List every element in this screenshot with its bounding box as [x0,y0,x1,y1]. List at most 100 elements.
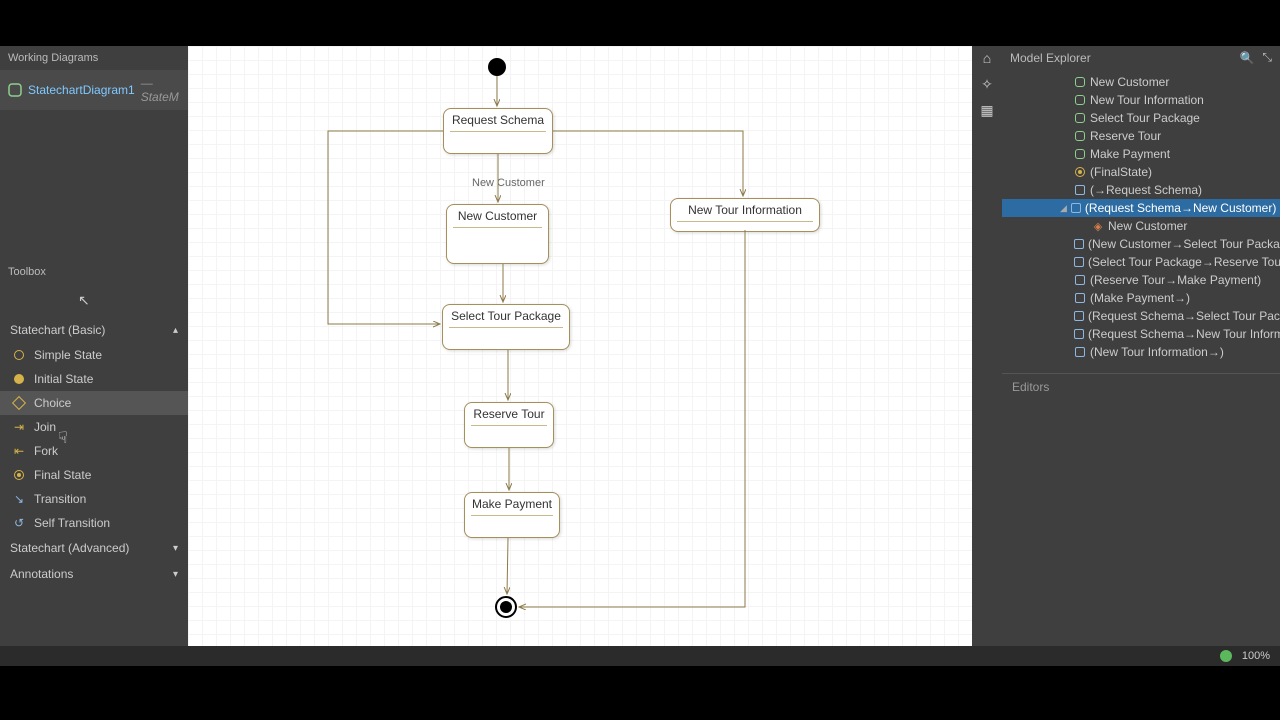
tree-row[interactable]: (Reserve Tour→Make Payment) [1002,271,1280,289]
tree-row[interactable]: ◢(Request Schema→New Customer) [1002,199,1280,217]
tree-label: (Request Schema→New Tour Information) [1088,327,1280,341]
choice-icon [12,396,26,410]
join-icon: ⇥ [12,420,26,434]
tree-row[interactable]: (Request Schema→Select Tour Package) [1002,307,1280,325]
state-label: Request Schema [450,113,546,127]
tree-label: (Reserve Tour→Make Payment) [1090,273,1261,287]
tree-row[interactable]: Select Tour Package [1002,109,1280,127]
tree-row[interactable]: (Select Tour Package→Reserve Tour) [1002,253,1280,271]
tree-label: (→Request Schema) [1090,183,1202,197]
section-title: Statechart (Advanced) [10,541,129,555]
model-explorer-header: Model Explorer 🔍 ⤡ [1002,46,1280,69]
state-icon [1074,112,1086,124]
tool-initial-state[interactable]: Initial State [0,367,188,391]
diagram-tab[interactable]: StatechartDiagram1 — StateM [0,70,188,110]
left-panel: Working Diagrams StatechartDiagram1 — St… [0,46,188,646]
panel-title: Model Explorer [1010,51,1091,65]
diagram-tab-kind: — StateM [141,76,180,104]
tree-row[interactable]: Reserve Tour [1002,127,1280,145]
simple-state-icon [12,348,26,362]
tool-label: Initial State [34,372,93,386]
tree-row[interactable]: (FinalState) [1002,163,1280,181]
self-transition-icon: ↺ [12,516,26,530]
section-title: Annotations [10,567,73,581]
state-reserve-tour[interactable]: Reserve Tour [464,402,554,448]
transitions-layer [188,46,972,646]
tree-row[interactable]: (Request Schema→New Tour Information) [1002,325,1280,343]
statechart-icon [8,83,22,97]
tool-simple-state[interactable]: Simple State [0,343,188,367]
status-ok-icon [1220,650,1232,662]
tree-row[interactable]: New Tour Information [1002,91,1280,109]
tree-row[interactable]: (New Tour Information→) [1002,343,1280,361]
toolbox-section-advanced[interactable]: Statechart (Advanced) ▾ [0,535,188,561]
tool-fork[interactable]: ⇤ Fork [0,439,188,463]
transition-icon [1074,184,1086,196]
state-label: Select Tour Package [449,309,563,323]
collapse-icon[interactable]: ⤡ [1262,50,1272,65]
state-request-schema[interactable]: Request Schema [443,108,553,154]
state-new-customer[interactable]: New Customer [446,204,549,264]
grid-icon[interactable]: ▦ [978,102,996,120]
tree-row[interactable]: (→Request Schema) [1002,181,1280,199]
chevron-up-icon: ▴ [173,325,178,336]
tool-label: Join [34,420,56,434]
editors-header: Editors [1002,373,1280,400]
state-icon [1074,148,1086,160]
final-state-node[interactable] [495,596,517,618]
transition-icon [1074,238,1084,250]
section-title: Statechart (Basic) [10,323,105,337]
tree-row[interactable]: New Customer [1002,73,1280,91]
transition-icon [1074,256,1084,268]
state-label: New Tour Information [677,203,813,217]
tool-choice[interactable]: Choice [0,391,188,415]
tree-label: New Tour Information [1090,93,1204,107]
initial-state-icon [12,372,26,386]
tree-label: (FinalState) [1090,165,1152,179]
model-tree[interactable]: New Customer New Tour Information Select T… [1002,69,1280,365]
state-new-tour-information[interactable]: New Tour Information [670,198,820,232]
tool-label: Choice [34,396,71,410]
transition-icon [1074,310,1084,322]
tool-label: Simple State [34,348,102,362]
tree-row[interactable]: Make Payment [1002,145,1280,163]
tree-row[interactable]: (New Customer→Select Tour Package) [1002,235,1280,253]
tool-self-transition[interactable]: ↺ Self Transition [0,511,188,535]
transition-icon [1074,274,1086,286]
transition-icon [1074,328,1084,340]
state-icon [1074,130,1086,142]
state-icon [1074,94,1086,106]
toolbox-basic-list: Simple State Initial State Choice ⇥ Join… [0,343,188,535]
state-make-payment[interactable]: Make Payment [464,492,560,538]
tree-row[interactable]: (Make Payment→) [1002,289,1280,307]
home-icon[interactable]: ⌂ [978,50,996,68]
selection-tool[interactable]: ↖ [0,284,188,317]
initial-state-node[interactable] [488,58,506,76]
tool-label: Fork [34,444,58,458]
zoom-level[interactable]: 100% [1242,650,1270,662]
diagram-canvas[interactable]: Request Schema New Customer New Customer… [188,46,972,646]
state-label: New Customer [453,209,542,223]
tree-label: (New Tour Information→) [1090,345,1224,359]
toolbox-section-annotations[interactable]: Annotations ▾ [0,561,188,587]
tool-label: Final State [34,468,91,482]
state-label: Reserve Tour [471,407,547,421]
right-panel: Model Explorer 🔍 ⤡ New Customer New Tour … [1002,46,1280,646]
chevron-down-icon[interactable]: ◢ [1060,203,1067,214]
fork-icon: ⇤ [12,444,26,458]
toolbox-section-basic[interactable]: Statechart (Basic) ▴ [0,317,188,343]
tool-final-state[interactable]: Final State [0,463,188,487]
transition-label[interactable]: New Customer [472,177,545,189]
locate-icon[interactable]: ✧ [978,76,996,94]
tree-label: (Request Schema→Select Tour Package) [1088,309,1280,323]
search-icon[interactable]: 🔍 [1239,51,1254,65]
tool-label: Self Transition [34,516,110,530]
tree-label: New Customer [1108,219,1187,233]
tree-row[interactable]: ◈New Customer [1002,217,1280,235]
transition-icon [1071,202,1081,214]
state-icon [1074,76,1086,88]
cursor-icon: ↖ [78,292,90,309]
tool-transition[interactable]: ↘ Transition [0,487,188,511]
tool-join[interactable]: ⇥ Join [0,415,188,439]
state-select-tour-package[interactable]: Select Tour Package [442,304,570,350]
